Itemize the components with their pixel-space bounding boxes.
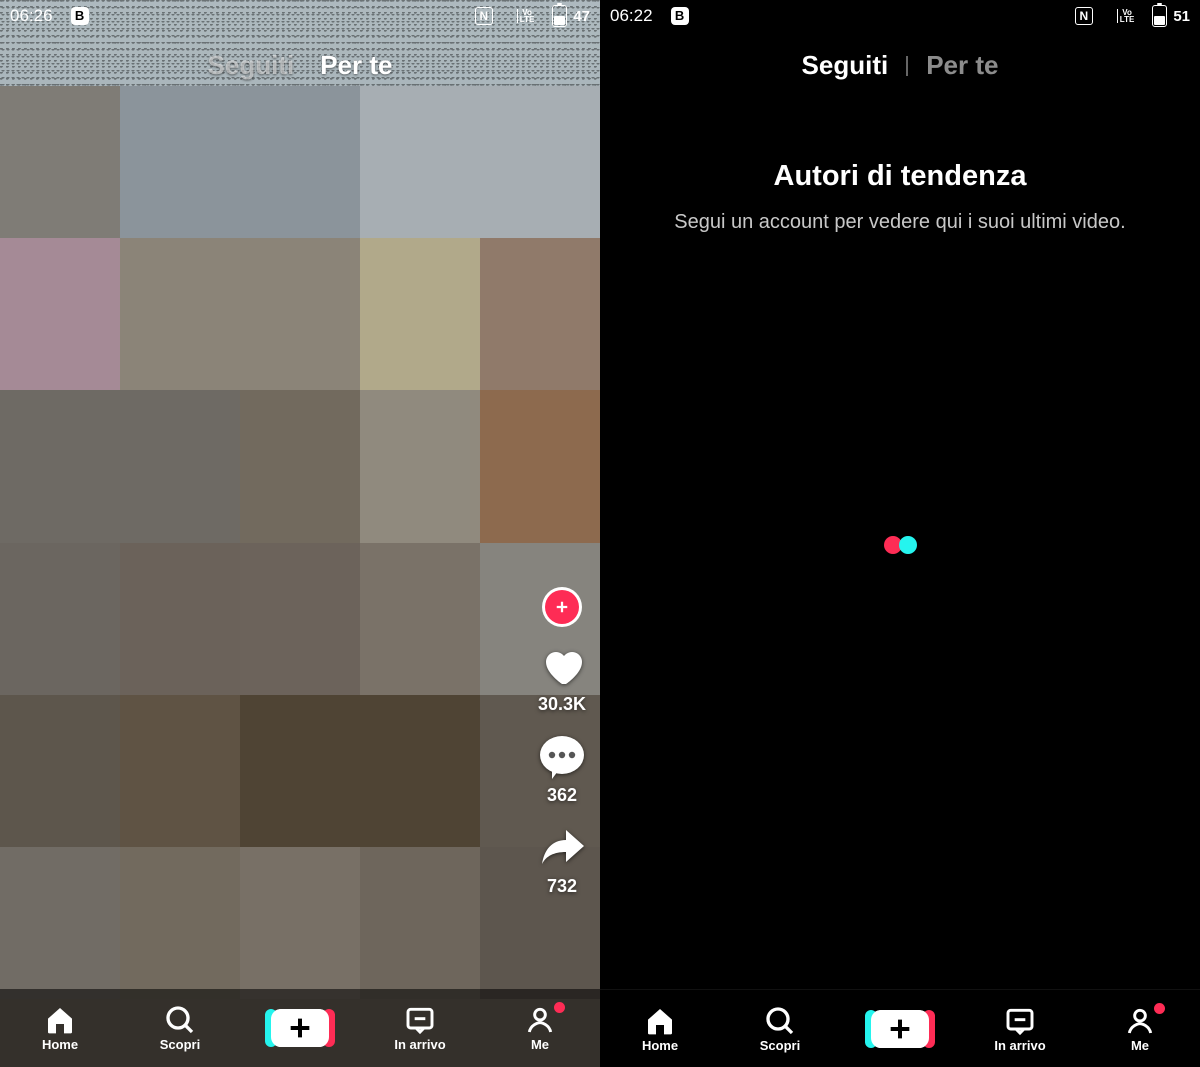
b-badge-icon: B [671, 7, 689, 25]
status-time: 06:26 [10, 6, 53, 26]
nav-me-label: Me [1131, 1038, 1149, 1053]
nav-create[interactable] [265, 1009, 335, 1047]
battery-percent: 47 [573, 8, 590, 25]
loading-indicator [600, 536, 1200, 554]
nav-home[interactable]: Home [25, 1004, 95, 1052]
nav-discover[interactable]: Scopri [145, 1004, 215, 1052]
volte-icon: VoLTE [1117, 9, 1135, 23]
nfc-icon: N [475, 7, 493, 25]
nav-home-label: Home [42, 1037, 78, 1052]
share-count: 732 [547, 876, 577, 897]
video-pixelation [0, 86, 600, 999]
nfc-icon: N [1075, 7, 1093, 25]
battery-percent: 51 [1173, 8, 1190, 25]
nav-discover-label: Scopri [760, 1038, 800, 1053]
like-button[interactable]: 30.3K [538, 642, 586, 715]
status-bar: 06:26 B N VoLTE 47 [0, 0, 600, 32]
battery-icon [1152, 5, 1167, 27]
create-button[interactable] [871, 1010, 929, 1048]
comment-button[interactable]: 362 [538, 733, 586, 806]
follow-button[interactable] [545, 590, 579, 624]
status-bar: 06:22 B N VoLTE 51 [600, 0, 1200, 32]
nav-discover-label: Scopri [160, 1037, 200, 1052]
nav-inbox-label: In arrivo [394, 1037, 445, 1052]
b-badge-icon: B [71, 7, 89, 25]
notification-dot [554, 1002, 565, 1013]
notification-dot [1154, 1003, 1165, 1014]
empty-subtitle: Segui un account per vedere qui i suoi u… [630, 211, 1170, 234]
nav-me-label: Me [531, 1037, 549, 1052]
comment-count: 362 [547, 785, 577, 806]
nav-home[interactable]: Home [625, 1005, 695, 1053]
create-button[interactable] [271, 1009, 329, 1047]
nav-inbox[interactable]: In arrivo [385, 1004, 455, 1052]
nav-inbox-label: In arrivo [994, 1038, 1045, 1053]
tab-foryou[interactable]: Per te [926, 50, 998, 81]
phone-left-foryou: 06:26 B N VoLTE 47 Seguiti Per te [0, 0, 600, 1067]
bottom-nav: Home Scopri In arrivo Me [0, 989, 600, 1067]
bottom-nav: Home Scopri In arrivo Me [600, 989, 1200, 1067]
empty-title: Autori di tendenza [630, 160, 1170, 193]
volte-icon: VoLTE [517, 9, 535, 23]
nav-me[interactable]: Me [1105, 1005, 1175, 1053]
nav-discover[interactable]: Scopri [745, 1005, 815, 1053]
tab-following[interactable]: Seguiti [208, 50, 295, 81]
tab-following[interactable]: Seguiti [802, 50, 889, 81]
battery-icon [552, 5, 567, 27]
nav-inbox[interactable]: In arrivo [985, 1005, 1055, 1053]
nav-home-label: Home [642, 1038, 678, 1053]
nav-me[interactable]: Me [505, 1004, 575, 1052]
like-count: 30.3K [538, 694, 586, 715]
feed-tabs: Seguiti Per te [0, 50, 600, 81]
share-button[interactable]: 732 [538, 824, 586, 897]
nav-create[interactable] [865, 1010, 935, 1048]
tab-separator [906, 56, 908, 76]
feed-tabs: Seguiti Per te [600, 50, 1200, 81]
empty-state: Autori di tendenza Segui un account per … [600, 160, 1200, 234]
loader-dot-teal [899, 536, 917, 554]
status-time: 06:22 [610, 6, 653, 26]
tab-foryou[interactable]: Per te [320, 50, 392, 81]
phone-right-following: 06:22 B N VoLTE 51 Seguiti Per te [600, 0, 1200, 1067]
video-actions: 30.3K 362 732 [538, 590, 586, 897]
